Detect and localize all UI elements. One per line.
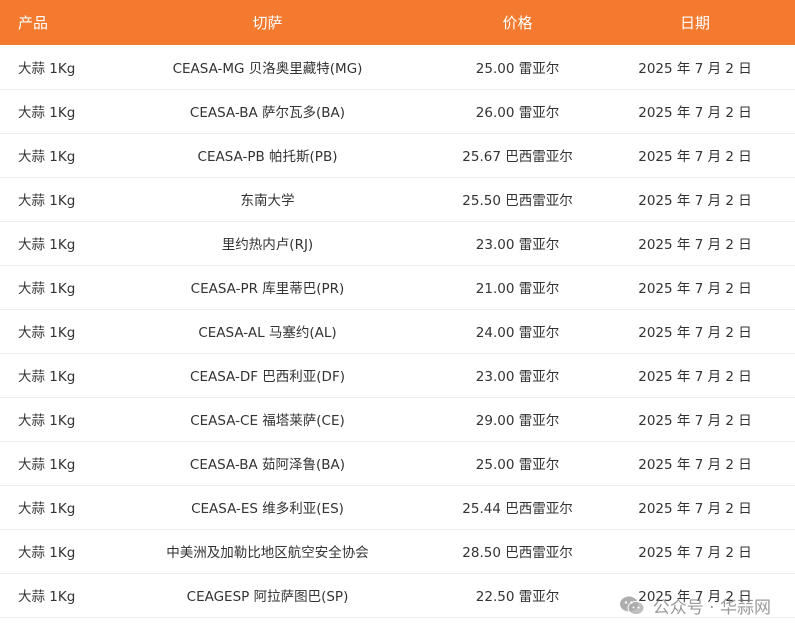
cell-product: 大蒜 1Kg [18, 237, 76, 253]
cell-product: 大蒜 1Kg [18, 589, 76, 605]
cell-price: 25.50 巴西雷亚尔 [462, 193, 573, 209]
cell-date: 2025 年 7 月 2 日 [638, 545, 752, 561]
cell-product: 大蒜 1Kg [18, 149, 76, 165]
cell-price: 22.50 雷亚尔 [475, 589, 560, 605]
cell-price: 25.67 巴西雷亚尔 [462, 149, 573, 165]
cell-date: 2025 年 7 月 2 日 [638, 281, 752, 297]
table-body: 大蒜 1Kg CEASA-MG 贝洛奥里藏特(MG) 25.00 雷亚尔 2025 年… [0, 45, 795, 617]
cell-date: 2025 年 7 月 2 日 [638, 60, 752, 77]
cell-date: 2025 年 7 月 2 日 [638, 589, 752, 605]
cell-date: 2025 年 7 月 2 日 [638, 105, 752, 121]
cell-market: CEAGESP 阿拉萨图巴(SP) [186, 589, 349, 605]
table-row: 大蒜 1Kg CEAGESP 阿拉萨图巴(SP) 22.50 雷亚尔 2025 年 7… [0, 573, 795, 617]
cell-price: 26.00 雷亚尔 [475, 105, 560, 121]
cell-market: 东南大学 [240, 193, 295, 209]
cell-market: CEASA-PB 帕托斯(PB) [197, 149, 338, 165]
cell-date: 2025 年 7 月 2 日 [638, 457, 752, 473]
table-header: 产品 切萨 价格 日期 [0, 0, 795, 45]
cell-date: 2025 年 7 月 2 日 [638, 501, 752, 517]
cell-market: CEASA-PR 库里蒂巴(PR) [190, 281, 345, 297]
cell-product: 大蒜 1Kg [18, 325, 76, 341]
cell-market: CEASA-AL 马塞约(AL) [198, 325, 337, 341]
cell-date: 2025 年 7 月 2 日 [638, 413, 752, 429]
cell-product: 大蒜 1Kg [18, 105, 76, 121]
table-row: 大蒜 1Kg 东南大学 25.50 巴西雷亚尔 2025 年 7 月 2 日 [0, 177, 795, 221]
header-price[interactable]: 价格 [440, 0, 595, 45]
cell-price: 23.00 雷亚尔 [475, 237, 560, 253]
header-product[interactable]: 产品 [0, 0, 95, 45]
cell-market: 中美洲及加勒比地区航空安全协会 [166, 545, 369, 561]
cell-price: 25.44 巴西雷亚尔 [462, 501, 573, 517]
table-row: 大蒜 1Kg CEASA-PR 库里蒂巴(PR) 21.00 雷亚尔 2025 年 7… [0, 265, 795, 309]
cell-price: 25.00 雷亚尔 [475, 60, 560, 77]
cell-price: 23.00 雷亚尔 [475, 369, 560, 385]
cell-price: 28.50 巴西雷亚尔 [462, 545, 573, 561]
cell-price: 21.00 雷亚尔 [475, 281, 560, 297]
cell-product: 大蒜 1Kg [18, 545, 76, 561]
table-row: 大蒜 1Kg 里约热内卢(RJ) 23.00 雷亚尔 2025 年 7 月 2 日 [0, 221, 795, 265]
cell-product: 大蒜 1Kg [18, 193, 76, 209]
table-row: 大蒜 1Kg CEASA-BA 茹阿泽鲁(BA) 25.00 雷亚尔 2025 年 7… [0, 441, 795, 485]
header-date[interactable]: 日期 [595, 0, 795, 45]
table-row: 大蒜 1Kg CEASA-MG 贝洛奥里藏特(MG) 25.00 雷亚尔 2025 年… [0, 45, 795, 89]
cell-market: CEASA-ES 维多利亚(ES) [191, 501, 344, 517]
cell-product: 大蒜 1Kg [18, 369, 76, 385]
cell-market: CEASA-DF 巴西利亚(DF) [190, 369, 345, 385]
cell-date: 2025 年 7 月 2 日 [638, 369, 752, 385]
cell-product: 大蒜 1Kg [18, 413, 76, 429]
table-row: 大蒜 1Kg CEASA-AL 马塞约(AL) 24.00 雷亚尔 2025 年 7 … [0, 309, 795, 353]
cell-price: 29.00 雷亚尔 [475, 413, 560, 429]
cell-market: CEASA-BA 茹阿泽鲁(BA) [189, 457, 346, 473]
cell-price: 24.00 雷亚尔 [475, 325, 560, 341]
table-row: 大蒜 1Kg CEASA-BA 萨尔瓦多(BA) 26.00 雷亚尔 2025 年 7… [0, 89, 795, 133]
cell-market: CEASA-CE 福塔莱萨(CE) [190, 413, 345, 429]
cell-product: 大蒜 1Kg [18, 501, 76, 517]
cell-market: 里约热内卢(RJ) [221, 237, 314, 253]
table-row: 大蒜 1Kg 中美洲及加勒比地区航空安全协会 28.50 巴西雷亚尔 2025 年 7… [0, 529, 795, 573]
cell-market: CEASA-BA 萨尔瓦多(BA) [189, 105, 346, 121]
header-row: 产品 切萨 价格 日期 [0, 0, 795, 45]
cell-product: 大蒜 1Kg [18, 281, 76, 297]
table-row: 大蒜 1Kg CEASA-PB 帕托斯(PB) 25.67 巴西雷亚尔 2025 年 … [0, 133, 795, 177]
cell-product: 大蒜 1Kg [18, 457, 76, 473]
cell-price: 25.00 雷亚尔 [475, 457, 560, 473]
header-market[interactable]: 切萨 [95, 0, 440, 45]
cell-date: 2025 年 7 月 2 日 [638, 193, 752, 209]
cell-date: 2025 年 7 月 2 日 [638, 325, 752, 341]
cell-market: CEASA-MG 贝洛奥里藏特(MG) [172, 60, 363, 77]
cell-date: 2025 年 7 月 2 日 [638, 149, 752, 165]
table-row: 大蒜 1Kg CEASA-CE 福塔莱萨(CE) 29.00 雷亚尔 2025 年 7… [0, 397, 795, 441]
garlic-price-table: 产品 切萨 价格 日期 大蒜 1Kg CEASA-MG 贝洛奥里藏特(MG) 25.… [0, 0, 795, 618]
cell-product: 大蒜 1Kg [18, 60, 76, 77]
table-row: 大蒜 1Kg CEASA-DF 巴西利亚(DF) 23.00 雷亚尔 2025 年 7… [0, 353, 795, 397]
cell-date: 2025 年 7 月 2 日 [638, 237, 752, 253]
table-row: 大蒜 1Kg CEASA-ES 维多利亚(ES) 25.44 巴西雷亚尔 2025 年… [0, 485, 795, 529]
